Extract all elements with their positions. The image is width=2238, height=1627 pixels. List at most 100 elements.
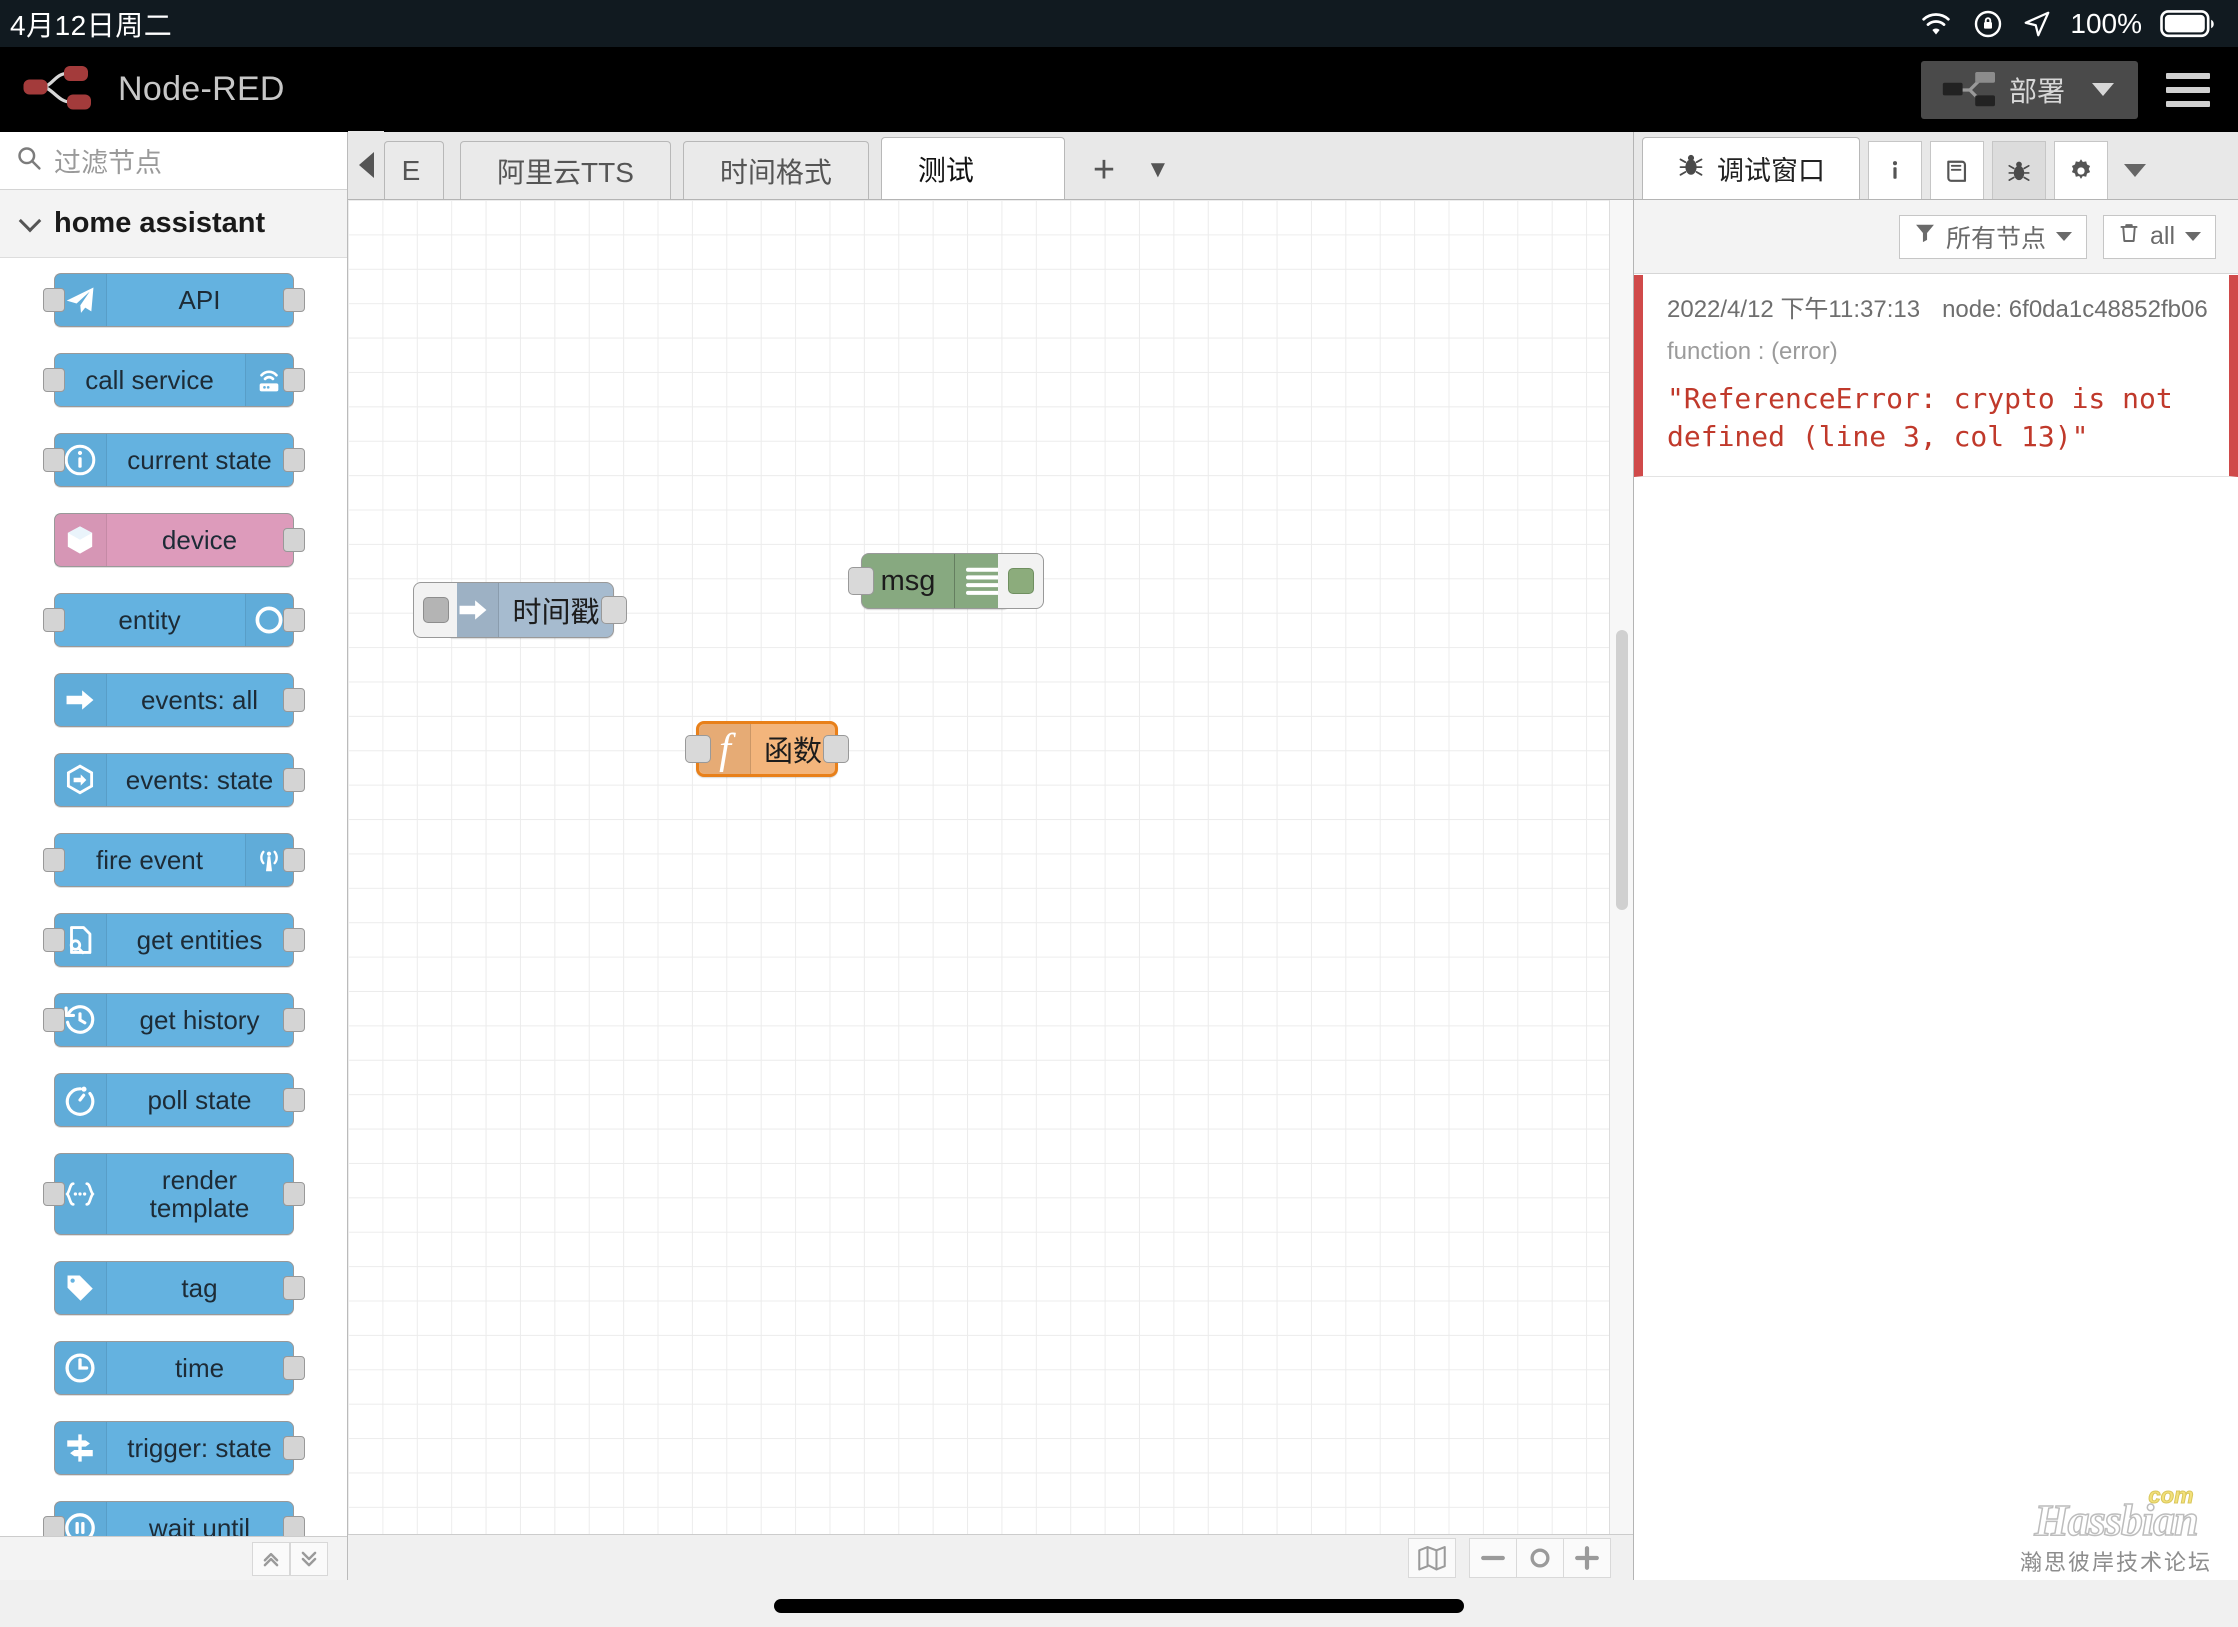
node-output-port[interactable] [282, 448, 305, 472]
flow-tab-4[interactable]: 测试 [880, 137, 1065, 199]
node-input-port[interactable] [42, 448, 65, 472]
sidebar-more-icon[interactable] [2108, 141, 2162, 199]
zoom-reset-icon[interactable] [1516, 1537, 1564, 1578]
node-input-port[interactable] [848, 567, 874, 595]
node-output-port[interactable] [282, 1276, 305, 1300]
map-icon[interactable] [1408, 1537, 1456, 1578]
debug-clear-dropdown[interactable]: all [2102, 214, 2216, 259]
node-output-port[interactable] [282, 368, 305, 392]
debug-message-node[interactable]: node: 6f0da1c48852fb06 [1942, 296, 2208, 323]
info-icon[interactable] [1868, 141, 1922, 199]
palette-search[interactable]: 过滤节点 [0, 132, 347, 190]
hamburger-icon[interactable] [2166, 72, 2238, 107]
palette-node-events-state[interactable]: events: state [53, 753, 305, 807]
palette-node-label: entity [118, 604, 181, 635]
node-output-port[interactable] [282, 768, 305, 792]
palette-node-trigger-state[interactable]: trigger: state [53, 1421, 305, 1475]
palette-node-label: get history [139, 1004, 260, 1035]
flow-tab-label: E [401, 154, 421, 186]
flow-node-function[interactable]: f 函数 [685, 721, 849, 777]
debug-toggle-button[interactable] [998, 553, 1044, 609]
palette-search-placeholder: 过滤节点 [54, 148, 162, 178]
palette-node-list[interactable]: API call service current state device entity… [0, 259, 347, 1580]
palette-node-call-service[interactable]: call service [42, 353, 305, 407]
svg-text:f: f [719, 726, 736, 772]
palette-node-api[interactable]: API [42, 273, 305, 327]
palette-node-get-history[interactable]: get history [42, 993, 305, 1047]
palette-node-current-state[interactable]: current state [42, 433, 305, 487]
flow-tab-2[interactable]: 阿里云TTS [460, 141, 671, 199]
node-red-logo-icon [22, 61, 100, 118]
clock-icon [55, 1342, 107, 1394]
status-indicators: 100% [1918, 8, 2216, 40]
bug-icon[interactable] [1992, 141, 2046, 199]
flow-tab-label: 阿里云TTS [497, 156, 634, 188]
canvas-toolbar [348, 1534, 1633, 1580]
palette-node-tag[interactable]: tag [53, 1261, 305, 1315]
status-date: 4月12日周二 [10, 9, 173, 41]
scrollbar-thumb[interactable] [1616, 630, 1628, 910]
palette-node-device[interactable]: device [53, 513, 305, 567]
palette-node-entity[interactable]: entity [42, 593, 305, 647]
home-indicator-area [0, 1580, 2238, 1627]
debug-message[interactable]: 2022/4/12 下午11:37:13 node: 6f0da1c48852fb… [1634, 275, 2238, 477]
palette-node-fire-event[interactable]: fire event [42, 833, 305, 887]
node-output-port[interactable] [601, 596, 627, 624]
node-output-port[interactable] [282, 928, 305, 952]
inject-trigger-button[interactable] [413, 582, 457, 638]
node-output-port[interactable] [282, 528, 305, 552]
debug-node-filter-dropdown[interactable]: 所有节点 [1898, 214, 2087, 259]
flow-node-debug[interactable]: msg [848, 553, 1044, 609]
palette-node-poll-state[interactable]: poll state [53, 1073, 305, 1127]
node-input-port[interactable] [42, 1182, 65, 1206]
flow-node-label: msg [880, 564, 936, 597]
flow-tab-label: 时间格式 [719, 156, 832, 188]
node-output-port[interactable] [282, 688, 305, 712]
home-indicator[interactable] [774, 1599, 1464, 1613]
sidebar-tab-debug[interactable]: 调试窗口 [1642, 137, 1860, 199]
flow-canvas[interactable]: 时间戳 f 函数 msg [348, 200, 1633, 1534]
node-output-port[interactable] [823, 735, 849, 763]
gear-icon[interactable] [2054, 141, 2108, 199]
node-output-port[interactable] [282, 1182, 305, 1206]
node-output-port[interactable] [282, 848, 305, 872]
node-output-port[interactable] [282, 288, 305, 312]
flow-tabbar: E 阿里云TTS 时间格式 测试 + ▼ [348, 131, 1633, 200]
node-output-port[interactable] [282, 1008, 305, 1032]
flow-tab-3[interactable]: 时间格式 [682, 141, 869, 199]
node-input-port[interactable] [42, 288, 65, 312]
palette-category-home-assistant[interactable]: home assistant [0, 190, 347, 258]
zoom-in-icon[interactable] [1563, 1537, 1611, 1578]
zoom-out-icon[interactable] [1469, 1537, 1517, 1578]
expand-all-icon[interactable] [290, 1541, 328, 1576]
collapse-all-icon[interactable] [252, 1541, 290, 1576]
node-input-port[interactable] [42, 928, 65, 952]
flow-tab-1[interactable]: E [384, 141, 444, 199]
add-flow-button[interactable]: + [1077, 141, 1131, 199]
flow-node-inject[interactable]: 时间戳 [413, 582, 627, 638]
palette-node-get-entities[interactable]: get entities [42, 913, 305, 967]
node-output-port[interactable] [282, 608, 305, 632]
tab-menu-icon[interactable]: ▼ [1131, 141, 1185, 199]
debug-message-list[interactable]: 2022/4/12 下午11:37:13 node: 6f0da1c48852fb… [1634, 275, 2238, 1580]
palette-node-time[interactable]: time [53, 1341, 305, 1395]
rotation-lock-icon [1972, 8, 2004, 40]
node-input-port[interactable] [685, 735, 711, 763]
palette-node-label: API [178, 284, 221, 315]
node-input-port[interactable] [42, 608, 65, 632]
tab-scroll-left-button[interactable] [348, 131, 384, 199]
canvas-vertical-scrollbar[interactable] [1609, 200, 1633, 1534]
deploy-dropdown-caret[interactable] [2087, 83, 2138, 96]
node-input-port[interactable] [42, 848, 65, 872]
deploy-button[interactable]: 部署 [1920, 60, 2138, 119]
palette-node-render-template[interactable]: render template [42, 1153, 305, 1235]
debug-message-timestamp: 2022/4/12 下午11:37:13 [1667, 296, 1921, 323]
node-output-port[interactable] [282, 1088, 305, 1112]
palette-node-events-all[interactable]: events: all [53, 673, 305, 727]
book-icon[interactable] [1930, 141, 1984, 199]
brand: Node-RED [0, 61, 285, 118]
node-output-port[interactable] [282, 1356, 305, 1380]
node-input-port[interactable] [42, 368, 65, 392]
node-output-port[interactable] [282, 1436, 305, 1460]
node-input-port[interactable] [42, 1008, 65, 1032]
